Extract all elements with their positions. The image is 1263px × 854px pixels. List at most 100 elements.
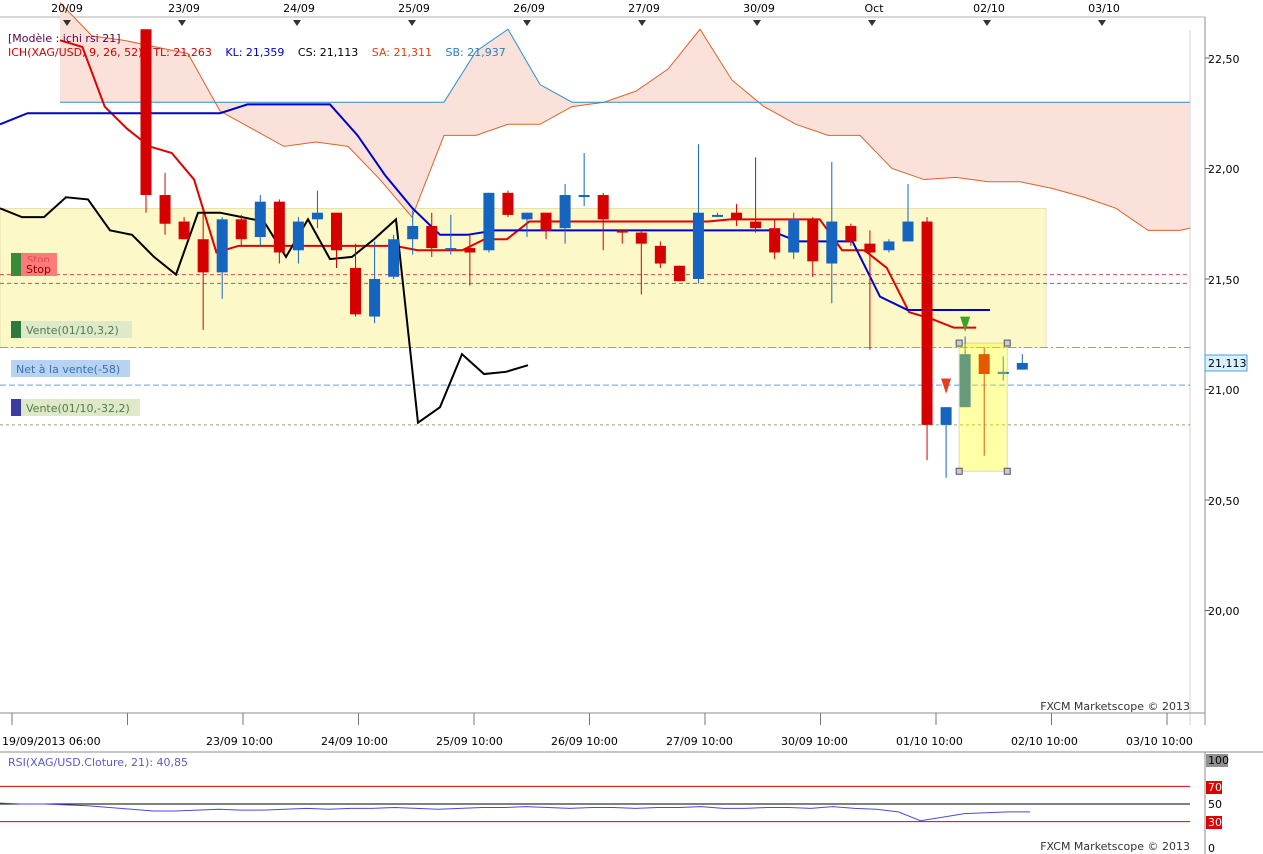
- selection-handle[interactable]: [955, 339, 963, 347]
- rsi-level-label: 100: [1208, 754, 1229, 767]
- legend-sb: SB: 21,937: [445, 46, 505, 59]
- selection-box[interactable]: [958, 342, 1008, 472]
- bearish-candle[interactable]: [331, 212, 342, 251]
- bullish-candle[interactable]: [388, 239, 400, 277]
- chart-canvas[interactable]: 20/09 23/09 24/09 25/09 26/09 27/09 30/0…: [0, 0, 1263, 854]
- top-date-label: 24/09: [283, 2, 315, 15]
- bottom-date-label: 23/09 10:00: [206, 735, 273, 748]
- bullish-candle[interactable]: [578, 195, 590, 198]
- selection-handle[interactable]: [1003, 467, 1011, 475]
- legend-sa: SA: 21,311: [372, 46, 432, 59]
- bearish-candle[interactable]: [864, 243, 876, 253]
- bearish-candle[interactable]: [807, 219, 819, 262]
- bearish-candle[interactable]: [502, 192, 514, 215]
- top-date-label: Oct: [864, 2, 884, 15]
- bottom-date-label: 19/09/2013 06:00: [2, 735, 101, 748]
- vente-order-flag-icon: [11, 399, 21, 416]
- bullish-candle[interactable]: [883, 241, 895, 251]
- top-date-label: 02/10: [973, 2, 1005, 15]
- bullish-candle[interactable]: [311, 212, 323, 220]
- bearish-candle[interactable]: [845, 225, 857, 242]
- bearish-candle[interactable]: [635, 232, 647, 244]
- price-axis-label: 20,50: [1208, 495, 1240, 508]
- bearish-candle[interactable]: [197, 239, 209, 273]
- bullish-candle[interactable]: [826, 221, 838, 264]
- bearish-candle[interactable]: [178, 221, 190, 240]
- rsi-watermark: FXCM Marketscope © 2013: [1040, 840, 1190, 853]
- vente-order-flag-icon: [11, 321, 21, 338]
- legend-ich-tl: ICH(XAG/USD, 9, 26, 52) - TL: 21,263: [8, 46, 212, 59]
- selection-handle[interactable]: [955, 467, 963, 475]
- selection-handle[interactable]: [1003, 339, 1011, 347]
- bottom-date-label: 25/09 10:00: [436, 735, 503, 748]
- top-date-label: 20/09: [51, 2, 83, 15]
- bearish-candle[interactable]: [769, 228, 781, 253]
- bullish-candle[interactable]: [1016, 362, 1028, 370]
- legend-kl: KL: 21,359: [225, 46, 284, 59]
- bullish-candle[interactable]: [940, 407, 952, 425]
- bearish-candle[interactable]: [654, 245, 666, 264]
- bearish-candle[interactable]: [921, 221, 933, 425]
- bullish-candle[interactable]: [254, 201, 266, 238]
- price-axis-label: 20,00: [1208, 605, 1240, 618]
- bottom-date-label: 26/09 10:00: [551, 735, 618, 748]
- bullish-candle[interactable]: [692, 212, 704, 279]
- rsi-level-label: 30: [1208, 816, 1222, 829]
- vente-order-label[interactable]: Vente(01/10,3,2): [26, 324, 119, 337]
- legend-model: [Modèle : ichi rsi 21]: [8, 32, 121, 45]
- top-date-label: 26/09: [513, 2, 545, 15]
- bottom-date-label: 02/10 10:00: [1011, 735, 1078, 748]
- bottom-date-label: 01/10 10:00: [896, 735, 963, 748]
- rsi-level-label: 70: [1208, 781, 1222, 794]
- bearish-candle[interactable]: [673, 265, 685, 282]
- bullish-candle[interactable]: [902, 221, 914, 242]
- bullish-candle[interactable]: [445, 248, 457, 251]
- bearish-candle[interactable]: [540, 212, 552, 231]
- top-date-label: 03/10: [1088, 2, 1120, 15]
- bearish-candle[interactable]: [750, 221, 762, 229]
- price-axis-label: 21,00: [1208, 384, 1240, 397]
- price-axis-label: 22,00: [1208, 163, 1240, 176]
- bearish-candle[interactable]: [464, 248, 476, 253]
- bearish-candle[interactable]: [159, 195, 171, 224]
- bullish-candle[interactable]: [712, 214, 723, 217]
- stop-order-label[interactable]: Stop: [26, 263, 51, 276]
- top-date-label: 25/09: [398, 2, 430, 15]
- bullish-candle[interactable]: [407, 225, 419, 240]
- bullish-candle[interactable]: [292, 221, 304, 251]
- top-date-label: 27/09: [628, 2, 660, 15]
- bullish-candle[interactable]: [369, 279, 381, 317]
- bullish-candle[interactable]: [788, 219, 800, 253]
- rsi-level-label: 0: [1208, 842, 1215, 854]
- rsi-line: [0, 802, 1030, 822]
- bearish-candle[interactable]: [273, 201, 285, 253]
- bearish-candle[interactable]: [616, 230, 628, 233]
- bearish-candle[interactable]: [731, 212, 743, 220]
- stop-order-flag-icon: [11, 262, 21, 276]
- legend-ichimoku: ICH(XAG/USD, 9, 26, 52) - TL: 21,263 KL:…: [8, 46, 506, 59]
- bottom-date-label: 27/09 10:00: [666, 735, 733, 748]
- bullish-candle[interactable]: [521, 212, 533, 220]
- range-zone[interactable]: [0, 207, 1047, 348]
- vente-order-label[interactable]: Vente(01/10,-32,2): [26, 402, 130, 415]
- bullish-candle[interactable]: [483, 192, 495, 251]
- rsi-legend: RSI(XAG/USD.Cloture, 21): 40,85: [8, 756, 188, 769]
- legend-cs: CS: 21,113: [298, 46, 358, 59]
- bottom-date-label: 03/10 10:00: [1126, 735, 1193, 748]
- bullish-candle[interactable]: [216, 219, 228, 273]
- bottom-date-label: 30/09 10:00: [781, 735, 848, 748]
- bearish-candle[interactable]: [350, 267, 362, 315]
- top-date-label: 30/09: [743, 2, 775, 15]
- bearish-candle[interactable]: [235, 219, 247, 240]
- price-axis-label: 21,50: [1208, 274, 1240, 287]
- bearish-candle[interactable]: [426, 225, 438, 249]
- top-date-label: 23/09: [168, 2, 200, 15]
- current-price-label: 21,113: [1208, 357, 1247, 370]
- price-axis-label: 22,50: [1208, 53, 1240, 66]
- bottom-date-label: 24/09 10:00: [321, 735, 388, 748]
- watermark: FXCM Marketscope © 2013: [1040, 700, 1190, 713]
- rsi-level-label: 50: [1208, 798, 1222, 811]
- net-position-label[interactable]: Net à la vente(-58): [16, 363, 120, 376]
- bullish-candle[interactable]: [559, 195, 571, 229]
- bearish-candle[interactable]: [597, 195, 609, 220]
